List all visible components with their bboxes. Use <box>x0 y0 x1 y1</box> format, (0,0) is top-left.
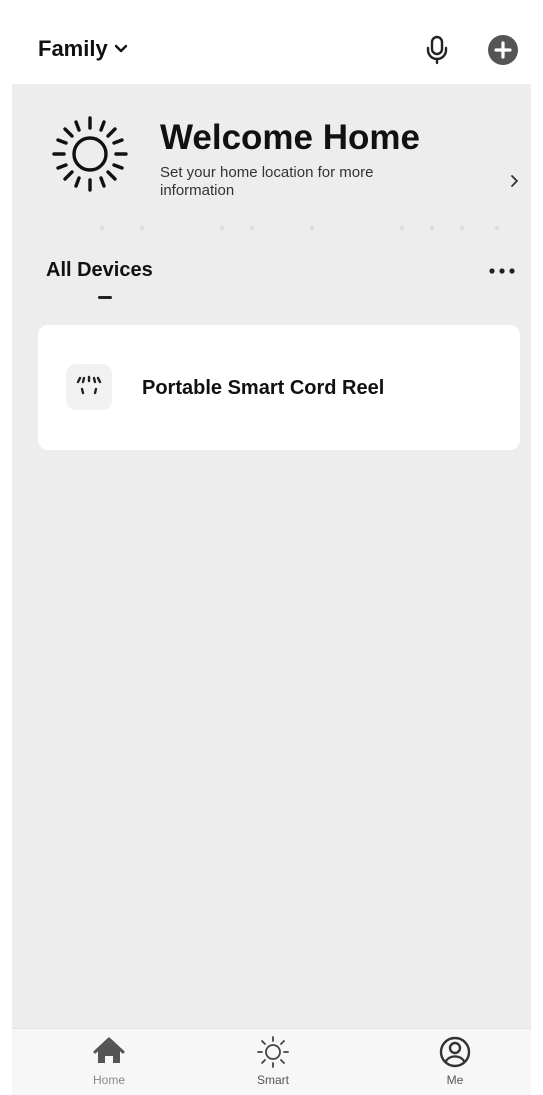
home-selector-label: Family <box>38 36 108 61</box>
bottom-nav: Home Smart Me <box>12 1028 531 1095</box>
profile-icon <box>439 1036 471 1068</box>
chevron-down-icon <box>114 44 127 53</box>
sun-icon <box>52 116 128 192</box>
more-dots-icon[interactable] <box>486 264 518 278</box>
sun-icon <box>257 1036 289 1068</box>
microphone-icon[interactable] <box>424 35 450 65</box>
nav-smart-label: Smart <box>256 1073 289 1087</box>
welcome-title: Welcome Home <box>160 118 420 157</box>
nav-home-label: Home <box>92 1073 125 1087</box>
all-devices-tab[interactable]: All Devices <box>46 259 153 282</box>
device-card[interactable]: Portable Smart Cord Reel <box>38 325 520 450</box>
welcome-banner[interactable]: Welcome Home Set your home location for … <box>12 84 531 234</box>
tab-indicator <box>98 296 112 299</box>
app-screen: Family Welcome Home Set your home locati… <box>0 0 543 1095</box>
device-icon-container <box>66 364 112 410</box>
smart-plug-icon <box>76 375 102 395</box>
device-name: Portable Smart Cord Reel <box>142 377 385 399</box>
decorative-dots <box>100 226 499 230</box>
top-bar: Family <box>0 0 543 84</box>
nav-smart[interactable]: Smart <box>228 1035 318 1093</box>
nav-home[interactable]: Home <box>64 1035 154 1093</box>
welcome-subtitle: Set your home location for more informat… <box>160 164 374 199</box>
chevron-right-icon <box>511 175 518 187</box>
home-icon <box>93 1037 125 1063</box>
nav-me-label: Me <box>446 1073 464 1087</box>
home-selector[interactable]: Family <box>38 36 128 62</box>
nav-me[interactable]: Me <box>410 1035 500 1093</box>
main-content: Welcome Home Set your home location for … <box>12 84 531 1028</box>
add-circle-icon[interactable] <box>487 34 519 66</box>
